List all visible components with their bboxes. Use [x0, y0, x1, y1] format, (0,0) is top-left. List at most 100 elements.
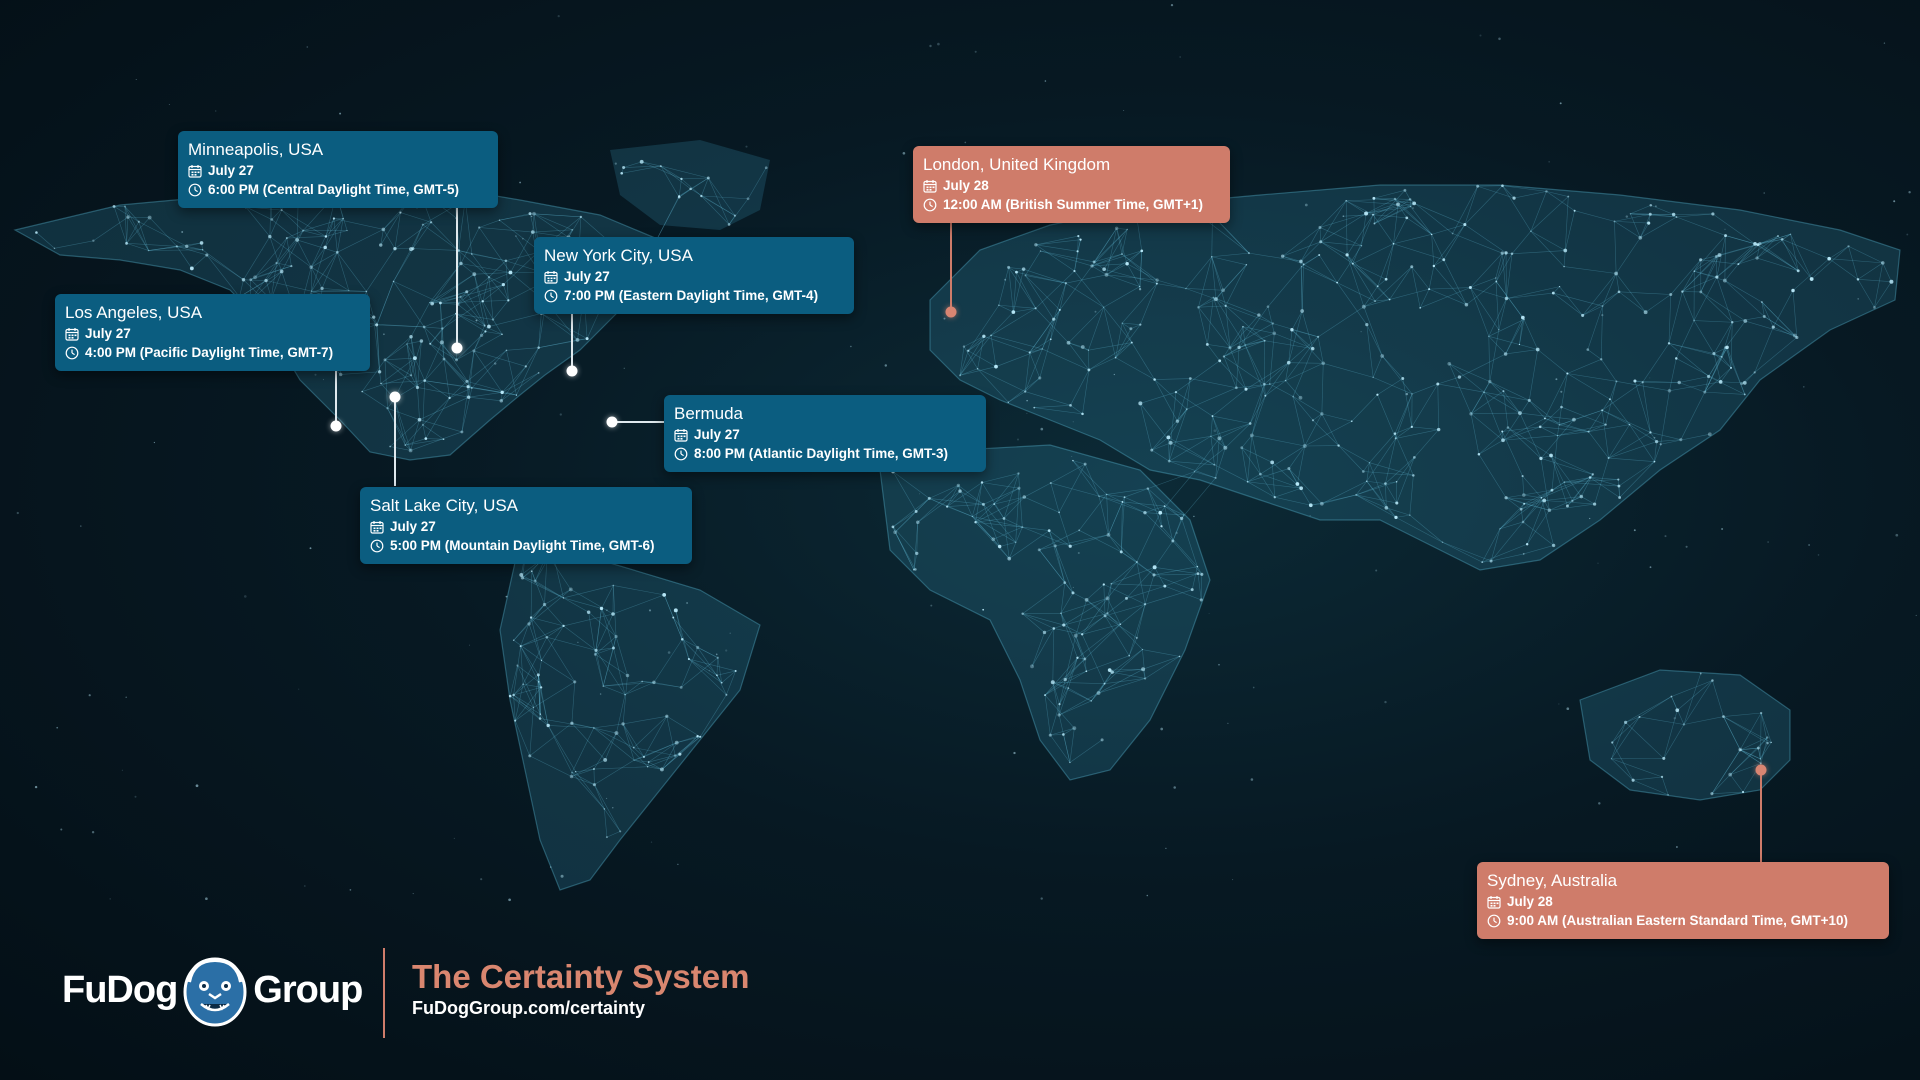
- star-dot: [1548, 161, 1550, 163]
- network-node: [1071, 591, 1075, 595]
- network-node: [994, 364, 998, 369]
- callout-minneapolis[interactable]: Minneapolis, USA July 27 6:00 PM (Centra…: [178, 131, 498, 208]
- network-node: [674, 740, 679, 745]
- network-node: [1121, 322, 1123, 324]
- network-node: [1856, 278, 1860, 281]
- network-node: [642, 755, 646, 758]
- network-node: [1022, 495, 1027, 499]
- network-node: [423, 379, 427, 382]
- network-node: [727, 223, 731, 226]
- network-node: [927, 496, 931, 500]
- calendar-icon: [1487, 895, 1501, 909]
- network-node: [1050, 680, 1055, 685]
- network-node: [1384, 277, 1388, 281]
- network-node: [1405, 216, 1409, 220]
- network-node: [201, 249, 204, 251]
- network-node: [522, 683, 524, 685]
- network-node: [1081, 412, 1084, 416]
- time-text: 12:00 AM (British Summer Time, GMT+1): [943, 197, 1203, 212]
- callout-new-york[interactable]: New York City, USA July 27 7:00 PM (East…: [534, 237, 854, 314]
- network-node: [189, 266, 194, 271]
- network-node: [1119, 623, 1122, 626]
- network-node: [1014, 541, 1017, 544]
- sydney-pin[interactable]: [1755, 764, 1767, 776]
- network-node: [1146, 487, 1150, 490]
- network-node: [1648, 212, 1652, 216]
- website-link[interactable]: FuDogGroup.com/certainty: [412, 998, 645, 1019]
- network-node: [1457, 375, 1462, 379]
- network-node: [1675, 708, 1680, 713]
- network-node: [913, 568, 917, 571]
- network-node: [1311, 419, 1315, 422]
- network-node: [1756, 746, 1760, 750]
- star-dot: [1803, 386, 1805, 388]
- star-dot: [306, 46, 309, 48]
- star-dot: [1906, 233, 1909, 236]
- network-node: [483, 324, 486, 327]
- network-node: [342, 217, 344, 220]
- network-node: [1600, 358, 1603, 361]
- network-node: [696, 734, 699, 738]
- london-pin[interactable]: [945, 306, 957, 318]
- network-node: [1158, 510, 1163, 515]
- star-dot: [1597, 562, 1599, 564]
- star-dot: [1026, 412, 1028, 414]
- network-node: [1809, 277, 1814, 281]
- star-dot: [1653, 436, 1656, 439]
- network-node: [1631, 778, 1635, 782]
- network-node: [1543, 417, 1546, 420]
- network-node: [1160, 525, 1163, 528]
- callout-london[interactable]: London, United Kingdom July 28 12:00 AM …: [913, 146, 1230, 223]
- network-node: [1710, 792, 1714, 796]
- network-node: [1345, 253, 1349, 257]
- minneapolis-connector: [456, 208, 458, 348]
- network-node: [699, 735, 702, 738]
- calendar-icon: [544, 270, 558, 284]
- salt-lake-pin[interactable]: [389, 391, 401, 403]
- network-node: [515, 235, 517, 237]
- star-dot: [557, 14, 560, 18]
- network-node: [1257, 313, 1261, 317]
- network-node: [280, 209, 283, 212]
- new-york-pin[interactable]: [566, 365, 578, 377]
- network-node: [976, 367, 979, 370]
- network-node: [1110, 582, 1113, 585]
- network-node: [1015, 270, 1018, 274]
- callout-bermuda[interactable]: Bermuda July 27 8:00 PM (Atlantic Daylig…: [664, 395, 986, 472]
- network-node: [621, 722, 625, 726]
- network-node: [499, 399, 504, 403]
- network-node: [1259, 472, 1262, 476]
- network-node: [1579, 494, 1584, 499]
- network-node: [1551, 291, 1555, 295]
- network-node: [1143, 603, 1147, 606]
- los-angeles-pin[interactable]: [330, 420, 342, 432]
- network-node: [1224, 304, 1227, 307]
- network-node: [471, 387, 473, 389]
- network-node: [1721, 356, 1723, 358]
- callout-los-angeles[interactable]: Los Angeles, USA July 27 4:00 PM (Pacifi…: [55, 294, 370, 371]
- network-node: [1270, 460, 1275, 465]
- network-node: [982, 608, 985, 611]
- network-node: [1120, 253, 1124, 256]
- network-node: [540, 659, 543, 661]
- network-node: [1502, 390, 1505, 393]
- minneapolis-pin[interactable]: [451, 342, 463, 354]
- network-node: [1731, 321, 1734, 324]
- network-node: [484, 330, 487, 333]
- callout-sydney[interactable]: Sydney, Australia July 28 9:00 AM (Austr…: [1477, 862, 1889, 939]
- network-node: [1669, 293, 1673, 296]
- network-node: [537, 346, 540, 349]
- star-dot: [1309, 515, 1311, 517]
- star-dot: [522, 238, 524, 240]
- callout-salt-lake[interactable]: Salt Lake City, USA July 27 5:00 PM (Mou…: [360, 487, 692, 564]
- network-node: [1320, 501, 1324, 506]
- network-node: [1342, 215, 1345, 218]
- network-node: [1103, 614, 1107, 618]
- bermuda-pin[interactable]: [606, 416, 618, 428]
- network-node: [1128, 655, 1130, 657]
- network-node: [1280, 254, 1285, 258]
- star-dot: [1213, 429, 1217, 433]
- network-node: [603, 808, 606, 810]
- network-node: [1675, 357, 1678, 360]
- network-node: [1393, 197, 1397, 201]
